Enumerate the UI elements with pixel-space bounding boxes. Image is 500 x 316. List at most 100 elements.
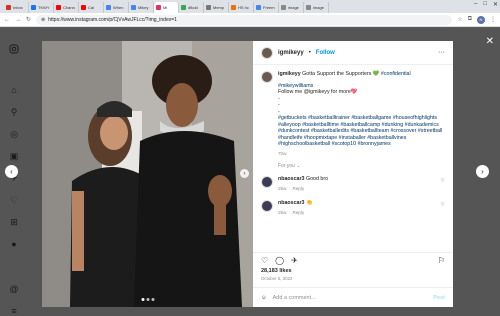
reload-icon[interactable]: ↻ bbox=[26, 16, 31, 23]
reply-button[interactable]: Reply bbox=[292, 210, 304, 217]
caption-hashtags[interactable]: #getbuckets #basketballtrainer #basketba… bbox=[278, 115, 445, 148]
forward-icon[interactable]: → bbox=[15, 17, 21, 23]
tab-favicon-icon bbox=[131, 5, 136, 10]
tab-label: Mikey bbox=[138, 5, 149, 10]
star-icon[interactable]: ☆ bbox=[457, 16, 462, 23]
browser-tab[interactable]: image bbox=[304, 2, 329, 13]
minimize-icon[interactable]: – bbox=[474, 1, 477, 8]
tab-label: Mi bbox=[163, 5, 168, 10]
comment-like-icon[interactable]: ♡ bbox=[441, 202, 445, 209]
instagram-icon[interactable] bbox=[9, 44, 19, 54]
caption-hashtag[interactable]: #confidential bbox=[381, 71, 411, 77]
home-icon[interactable]: ⌂ bbox=[9, 85, 19, 95]
photo-illustration bbox=[42, 41, 253, 307]
browser-tab[interactable]: Mi bbox=[154, 2, 179, 13]
browser-tab[interactable]: Memp bbox=[204, 2, 229, 13]
site-info-icon[interactable]: ⊜ bbox=[41, 17, 45, 23]
tab-label: HS hc bbox=[238, 5, 249, 10]
search-icon[interactable]: ⚲ bbox=[9, 107, 19, 117]
caption: igmikeyy Gotta Support the Supporters 💚 … bbox=[261, 71, 445, 157]
profile-icon[interactable]: ● bbox=[9, 239, 19, 249]
maximize-icon[interactable]: □ bbox=[483, 1, 487, 8]
next-post-icon[interactable]: › bbox=[476, 165, 489, 178]
commenter-avatar[interactable] bbox=[261, 175, 273, 188]
caption-username[interactable]: igmikeyy bbox=[278, 71, 301, 77]
browser-tab[interactable]: Mikey bbox=[129, 2, 154, 13]
browser-tab[interactable]: Chann bbox=[54, 2, 79, 13]
browser-tab[interactable]: Cal bbox=[79, 2, 104, 13]
tab-favicon-icon bbox=[181, 5, 186, 10]
comments-section: igmikeyy Gotta Support the Supporters 💚 … bbox=[253, 65, 453, 252]
reply-button[interactable]: Reply bbox=[292, 186, 304, 193]
tab-label: Freem bbox=[263, 5, 275, 10]
reels-icon[interactable]: ▣ bbox=[9, 151, 19, 161]
commenter-avatar[interactable] bbox=[261, 199, 273, 212]
browser-tab[interactable]: When bbox=[104, 2, 129, 13]
tab-label: Inbox bbox=[13, 5, 23, 10]
back-icon[interactable]: ← bbox=[4, 17, 10, 23]
explore-icon[interactable]: ◎ bbox=[9, 129, 19, 139]
post-side-panel: igmikeyy • Follow ··· igmikeyy Gotta Sup… bbox=[253, 41, 453, 307]
bookmark-icon[interactable]: ⚐ bbox=[438, 256, 445, 265]
threads-icon[interactable]: @ bbox=[9, 284, 19, 294]
comment-icon[interactable]: ◯ bbox=[275, 256, 284, 265]
browser-tab[interactable]: Inbox bbox=[4, 2, 29, 13]
post-comment-button[interactable]: Post bbox=[433, 295, 445, 301]
tab-favicon-icon bbox=[81, 5, 86, 10]
create-icon[interactable]: ⊞ bbox=[9, 217, 19, 227]
tab-favicon-icon bbox=[156, 5, 161, 10]
notifications-icon[interactable]: ♡ bbox=[9, 195, 19, 205]
tab-favicon-icon bbox=[56, 5, 61, 10]
tab-favicon-icon bbox=[256, 5, 261, 10]
post-actions: ♡ ◯ ✈ ⚐ bbox=[253, 252, 453, 268]
photo-next-icon[interactable]: › bbox=[240, 169, 249, 178]
caption-time: 70w bbox=[278, 150, 287, 156]
menu-icon[interactable]: ⋮ bbox=[490, 16, 496, 23]
carousel-dots bbox=[141, 298, 154, 301]
tab-label: image bbox=[288, 5, 299, 10]
add-comment-input[interactable]: Add a comment... bbox=[273, 295, 316, 301]
tab-label: TKWY bbox=[38, 5, 50, 10]
carousel-dot bbox=[141, 298, 144, 301]
author-username[interactable]: igmikeyy bbox=[278, 50, 304, 56]
close-modal-icon[interactable]: ✕ bbox=[486, 36, 494, 47]
comment-item: nbaoscar3 👏 28w Reply ♡ bbox=[261, 199, 445, 217]
tab-favicon-icon bbox=[281, 5, 286, 10]
prev-post-icon[interactable]: ‹ bbox=[5, 165, 18, 178]
comment-like-icon[interactable]: ♡ bbox=[441, 178, 445, 185]
like-icon[interactable]: ♡ bbox=[261, 256, 268, 265]
emoji-icon[interactable]: ☺ bbox=[261, 295, 267, 301]
more-menu-icon[interactable]: ≡ bbox=[9, 306, 19, 316]
close-window-icon[interactable]: ✕ bbox=[493, 1, 498, 8]
comment-item: nbaoscar3 Good bro 28w Reply ♡ bbox=[261, 175, 445, 193]
browser-tab[interactable]: image bbox=[279, 2, 304, 13]
extensions-icon[interactable]: ⧉ bbox=[468, 16, 472, 23]
commenter-username[interactable]: nbaoscar3 bbox=[278, 200, 305, 206]
comment-time: 28w bbox=[278, 210, 287, 215]
tab-label: Memp bbox=[213, 5, 225, 10]
browser-tab[interactable]: dfkdd bbox=[179, 2, 204, 13]
browser-tab[interactable]: TKWY bbox=[29, 2, 54, 13]
author-avatar[interactable] bbox=[261, 46, 273, 59]
post-photo[interactable]: › bbox=[42, 41, 253, 307]
caption-avatar[interactable] bbox=[261, 71, 273, 83]
browser-tab[interactable]: Freem bbox=[254, 2, 279, 13]
url-field[interactable]: ⊜ https://www.instagram.com/p/CjVvAwJFLc… bbox=[36, 14, 453, 25]
caption-line1: Gotta Support the Supporters 💚 bbox=[302, 71, 380, 77]
commenter-username[interactable]: nbaoscar3 bbox=[278, 176, 305, 182]
follow-button[interactable]: Follow bbox=[316, 50, 335, 56]
share-icon[interactable]: ✈ bbox=[291, 256, 298, 265]
profile-avatar[interactable]: N bbox=[477, 15, 485, 24]
url-text: https://www.instagram.com/p/CjVvAwJFLcc/… bbox=[48, 16, 177, 23]
more-options-icon[interactable]: ··· bbox=[438, 49, 445, 56]
tab-favicon-icon bbox=[31, 5, 36, 10]
comment-text: 👏 bbox=[305, 199, 313, 206]
post-header: igmikeyy • Follow ··· bbox=[253, 41, 453, 65]
for-you-toggle[interactable]: For you ⌄ bbox=[278, 163, 445, 170]
add-comment-bar: ☺ Add a comment... Post bbox=[253, 287, 453, 307]
tab-favicon-icon bbox=[6, 5, 11, 10]
browser-tab-bar: Inbox TKWY Chann Cal When Mikey Mi dfkdd Memp HS … bbox=[0, 0, 500, 13]
carousel-dot bbox=[146, 298, 149, 301]
browser-tab[interactable]: HS hc bbox=[229, 2, 254, 13]
carousel-dot bbox=[151, 298, 154, 301]
